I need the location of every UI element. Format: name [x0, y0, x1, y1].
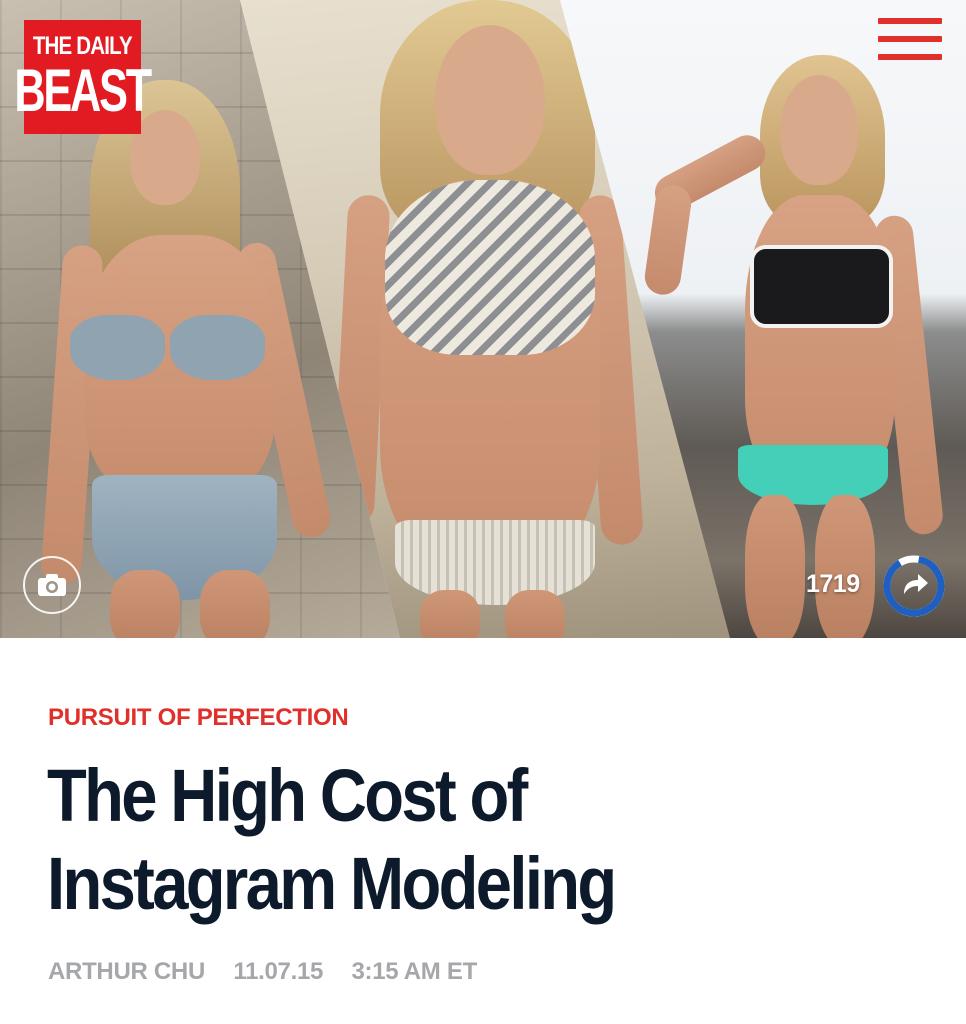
the-daily-beast-logo[interactable]: THE DAILY BEAST	[15, 20, 152, 134]
camera-icon[interactable]	[23, 556, 81, 614]
publish-time: 3:15 AM ET	[351, 958, 477, 985]
article-byline: ARTHUR CHU 11.07.15 3:15 AM ET	[48, 958, 499, 986]
logo-line-beast: BEAST	[14, 57, 153, 124]
logo-line-the-daily: THE DAILY	[33, 32, 133, 60]
share-arrow-icon	[883, 555, 945, 617]
author-name[interactable]: ARTHUR CHU	[48, 958, 205, 985]
hamburger-menu-icon[interactable]	[876, 18, 944, 62]
article-headline: The High Cost of Instagram Modeling	[47, 754, 617, 925]
share-count: 1719	[806, 570, 860, 598]
publish-date: 11.07.15	[233, 958, 324, 985]
article-kicker[interactable]: PURSUIT OF PERFECTION	[48, 704, 349, 732]
share-button[interactable]	[882, 554, 946, 618]
hero-image: THE DAILY BEAST 1719	[0, 0, 966, 638]
